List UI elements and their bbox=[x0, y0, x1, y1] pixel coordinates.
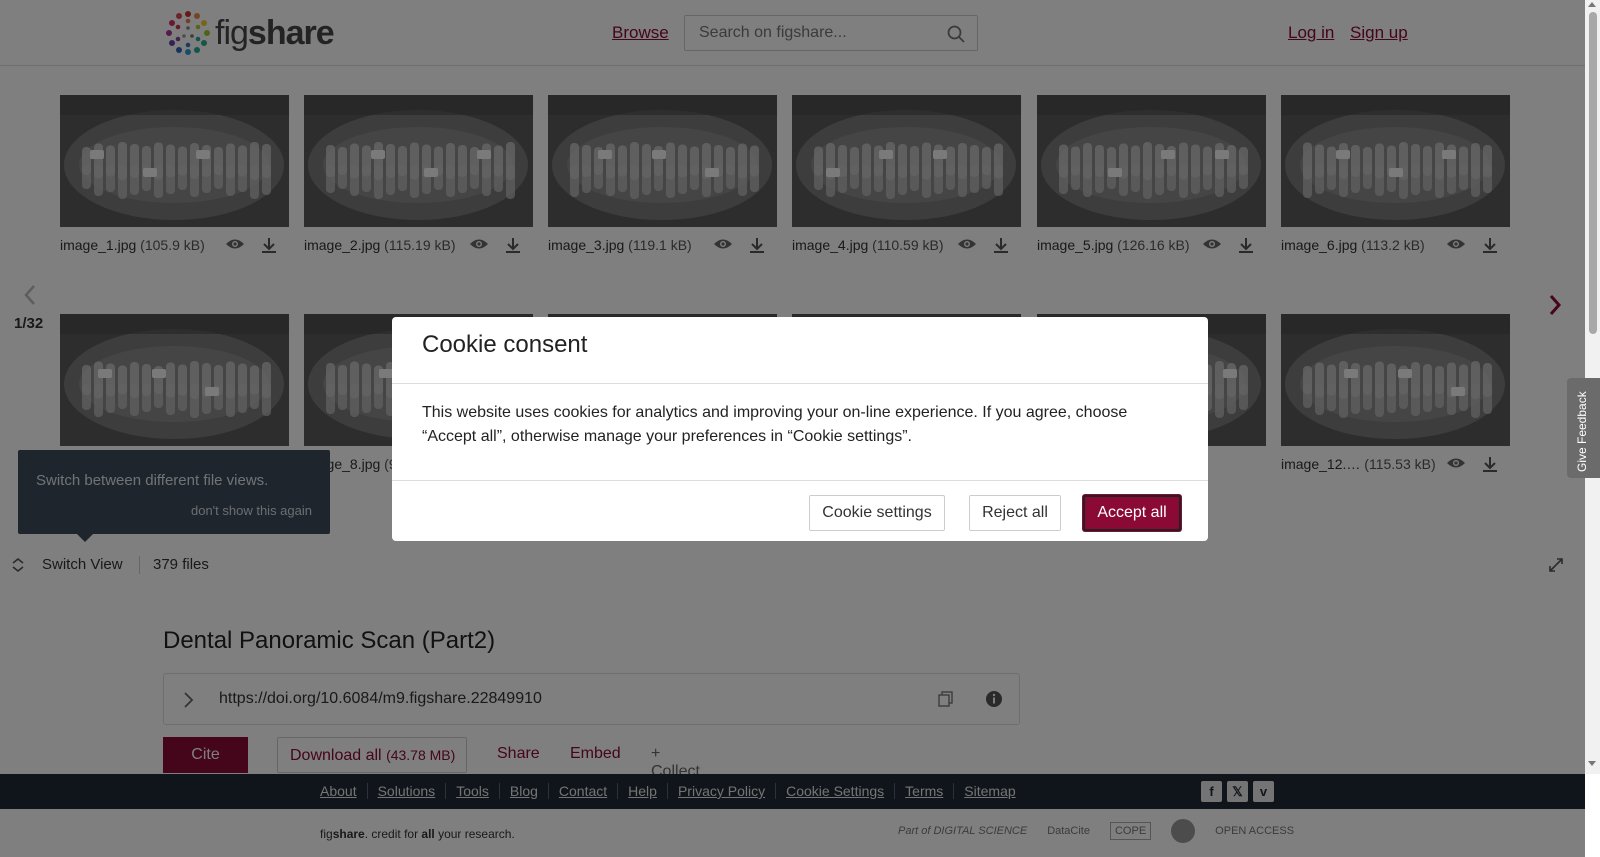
cookie-consent-dialog: Cookie consent This website uses cookies… bbox=[392, 317, 1208, 541]
feedback-label: Give Feedback bbox=[1575, 391, 1589, 472]
dialog-header: Cookie consent bbox=[392, 317, 1208, 384]
accept-all-button[interactable]: Accept all bbox=[1083, 495, 1181, 531]
scroll-down-arrow[interactable] bbox=[1588, 761, 1596, 766]
dialog-title: Cookie consent bbox=[422, 331, 588, 358]
cookie-settings-button[interactable]: Cookie settings bbox=[809, 495, 945, 531]
scroll-up-arrow[interactable] bbox=[1588, 2, 1596, 7]
reject-all-button[interactable]: Reject all bbox=[969, 495, 1061, 531]
dialog-footer: Cookie settings Reject all Accept all bbox=[392, 480, 1208, 541]
dialog-body: This website uses cookies for analytics … bbox=[422, 404, 1128, 445]
scrollbar-thumb[interactable] bbox=[1589, 12, 1597, 334]
give-feedback-tab[interactable]: Give Feedback bbox=[1567, 378, 1600, 478]
